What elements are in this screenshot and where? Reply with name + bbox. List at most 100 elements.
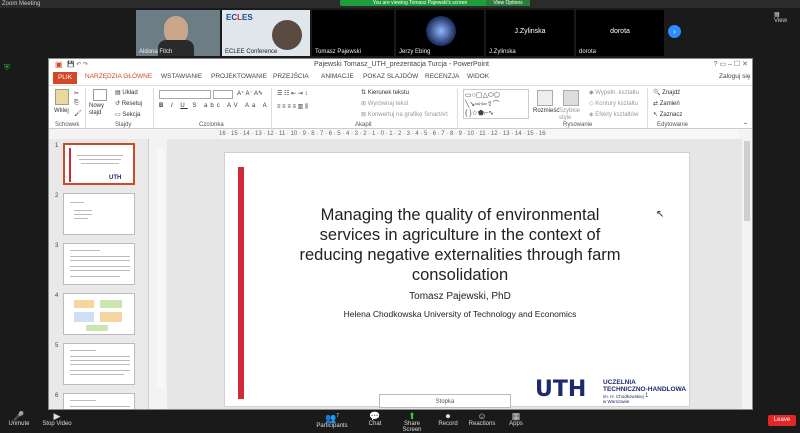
ribbon: Wklej ✂ ⎘ 🖌 Schowek Nowy slajd ▤ Układ ↺… — [49, 85, 752, 129]
tab-slideshow[interactable]: POKAZ SLAJDÓW — [363, 73, 418, 80]
arrange-button[interactable]: Rozmieść — [533, 108, 559, 114]
participants-button[interactable]: 👥7 Participants — [314, 411, 350, 429]
find-button[interactable]: 🔍 Znajdź — [653, 89, 680, 96]
participant-tile[interactable]: Jerzy Ebing — [396, 10, 484, 56]
participant-tile[interactable]: ECLES ECLEE Conference — [222, 10, 310, 56]
layout-button[interactable]: ▤ Układ — [115, 89, 138, 96]
record-button[interactable]: ⏺ Record — [436, 411, 460, 427]
reset-button[interactable]: ↺ Resetuj — [115, 100, 142, 107]
thumbnail-number: 5 — [55, 343, 59, 349]
next-page-icon[interactable]: › — [668, 25, 681, 38]
window-controls[interactable]: ? ▭ – ☐ ✕ — [714, 59, 748, 71]
tab-file[interactable]: PLIK — [53, 72, 77, 84]
powerpoint-window: ▣ 💾 ↶ ↷ Pajewski Tomasz_UTH_prezentacja … — [48, 58, 753, 410]
leave-button[interactable]: Leave — [768, 415, 796, 426]
slide-thumbnail[interactable] — [63, 193, 135, 235]
quick-styles-button[interactable]: Szybkie style — [559, 108, 585, 122]
apps-button[interactable]: ▦ Apps — [506, 411, 526, 427]
align-buttons[interactable]: ≡ ≡ ≡ ≡ ▥ ⫼ — [277, 103, 308, 111]
scrollbar-thumb[interactable] — [744, 141, 750, 221]
section-button[interactable]: ▭ Sekcja — [115, 111, 140, 118]
font-size-combo[interactable] — [213, 90, 233, 99]
tab-animations[interactable]: ANIMACJE — [321, 73, 354, 80]
new-slide-icon[interactable] — [93, 89, 107, 101]
shape-outline-button[interactable]: ◇ Kontury kształtu — [589, 100, 638, 107]
smartart-button[interactable]: ⊠ Konwertuj na grafikę SmartArt — [361, 111, 448, 118]
thumb-line — [70, 276, 120, 277]
tab-design[interactable]: PROJEKTOWANIE — [211, 73, 267, 80]
shape-effects-button[interactable]: ◈ Efekty kształtów — [589, 111, 638, 118]
thumbnail-number: 2 — [55, 193, 59, 199]
slide-footer[interactable]: Stopka — [379, 394, 511, 408]
slide-title[interactable]: Managing the quality of environmental se… — [295, 205, 625, 285]
participant-name: Jerzy Ebing — [399, 49, 431, 55]
thumbnail-number: 4 — [55, 293, 59, 299]
separator — [271, 88, 272, 128]
collapse-ribbon-icon[interactable]: ⌃ — [743, 122, 748, 129]
tab-transitions[interactable]: PRZEJŚCIA — [273, 73, 309, 80]
reactions-icon: ☺ — [477, 411, 487, 421]
participant-face — [272, 20, 302, 50]
zoom-toolbar: 🎤 Unmute ▶ Stop Video 👥7 Participants 💬 Chat… — [0, 410, 800, 433]
mouse-cursor-icon: ↖ — [656, 209, 665, 220]
ppt-titlebar: ▣ 💾 ↶ ↷ Pajewski Tomasz_UTH_prezentacja … — [49, 59, 752, 71]
shapes-gallery[interactable]: ▭○▢△⬭⬠ ╲↘⇨⇦⇧⌒{ }☆⬟⌐∿ — [463, 89, 529, 119]
tab-review[interactable]: RECENZJA — [425, 73, 459, 80]
tab-home[interactable]: NARZĘDZIA GŁÓWNE — [85, 73, 152, 80]
ribbon-tabs: PLIK NARZĘDZIA GŁÓWNE WSTAWIANIE PROJEKT… — [49, 71, 752, 85]
thumb-line — [70, 370, 130, 371]
participant-name: ECLEE Conference — [225, 49, 278, 55]
uth-logo: UTH — [535, 377, 587, 402]
separator — [647, 88, 648, 128]
slide-affiliation[interactable]: Helena Chodkowska University of Technolo… — [275, 309, 645, 319]
slide-thumbnail[interactable] — [63, 243, 135, 285]
cut-icon[interactable]: ✂ — [74, 90, 79, 97]
participants-icon: 👥7 — [325, 413, 339, 423]
list-buttons[interactable]: ☰ ☷ ⇤ ⇥ ↕ — [277, 90, 307, 97]
unmute-button[interactable]: 🎤 Unmute — [6, 411, 32, 427]
chat-button[interactable]: 💬 Chat — [364, 411, 386, 427]
font-name-combo[interactable] — [159, 90, 211, 99]
quick-styles-icon[interactable] — [563, 90, 579, 106]
participant-name: J.Zylinska — [489, 49, 516, 55]
vertical-scrollbar[interactable] — [742, 139, 752, 409]
participant-tile[interactable]: J.Zylinska J.Zylinska — [486, 10, 574, 56]
new-slide-button[interactable]: Nowy slajd — [89, 103, 109, 117]
camera-icon: ▶ — [53, 411, 61, 421]
stop-video-button[interactable]: ▶ Stop Video — [42, 411, 72, 427]
format-painter-icon[interactable]: 🖌 — [74, 110, 82, 117]
shape-fill-button[interactable]: ◆ Wypełn. kształtu — [589, 89, 639, 96]
login-link[interactable]: Zaloguj się — [719, 73, 750, 80]
current-slide[interactable]: Managing the quality of environmental se… — [224, 152, 690, 408]
reactions-button[interactable]: ☺ Reactions — [468, 411, 496, 427]
paste-icon[interactable] — [55, 89, 69, 105]
participant-tile[interactable]: Tomasz Pajewski — [312, 10, 394, 56]
tab-insert[interactable]: WSTAWIANIE — [161, 73, 202, 80]
slide-thumbnail[interactable] — [63, 293, 135, 335]
thumb-line — [70, 350, 96, 351]
galaxy-avatar — [426, 16, 456, 46]
record-icon: ⏺ — [445, 411, 451, 421]
view-options-button[interactable]: View Options — [486, 0, 530, 6]
quick-access-icons[interactable]: 💾 ↶ ↷ — [67, 59, 88, 71]
text-direction-button[interactable]: ⇅ Kierunek tekstu — [361, 89, 409, 96]
slide-thumbnail[interactable] — [63, 343, 135, 385]
arrange-icon[interactable] — [537, 90, 553, 106]
slide-page-number: 1 — [645, 393, 649, 399]
paste-button[interactable]: Wklej — [54, 108, 69, 114]
replace-button[interactable]: ⇄ Zamień — [653, 100, 680, 107]
select-button[interactable]: ↖ Zaznacz — [653, 111, 682, 118]
thumb-line — [79, 159, 121, 160]
view-button[interactable]: ▦ View — [774, 11, 787, 24]
slide-author[interactable]: Tomasz Pajewski, PhD — [295, 291, 625, 302]
font-format-buttons[interactable]: B I U S abc AV Aa A — [159, 103, 270, 109]
slide-thumbnail[interactable]: UTH — [63, 143, 135, 185]
align-text-button[interactable]: ⊞ Wyrównaj tekst — [361, 100, 408, 107]
participant-tile[interactable]: dorota dorota — [576, 10, 664, 56]
slide-thumbnail[interactable] — [63, 393, 135, 409]
copy-icon[interactable]: ⎘ — [74, 100, 79, 107]
thumbnail-number: 1 — [55, 143, 59, 149]
tab-view[interactable]: WIDOK — [467, 73, 489, 80]
font-size-buttons[interactable]: A⁺ A⁻ A✎ — [237, 90, 263, 97]
participant-tile[interactable]: Aldona Fitch — [136, 10, 220, 56]
